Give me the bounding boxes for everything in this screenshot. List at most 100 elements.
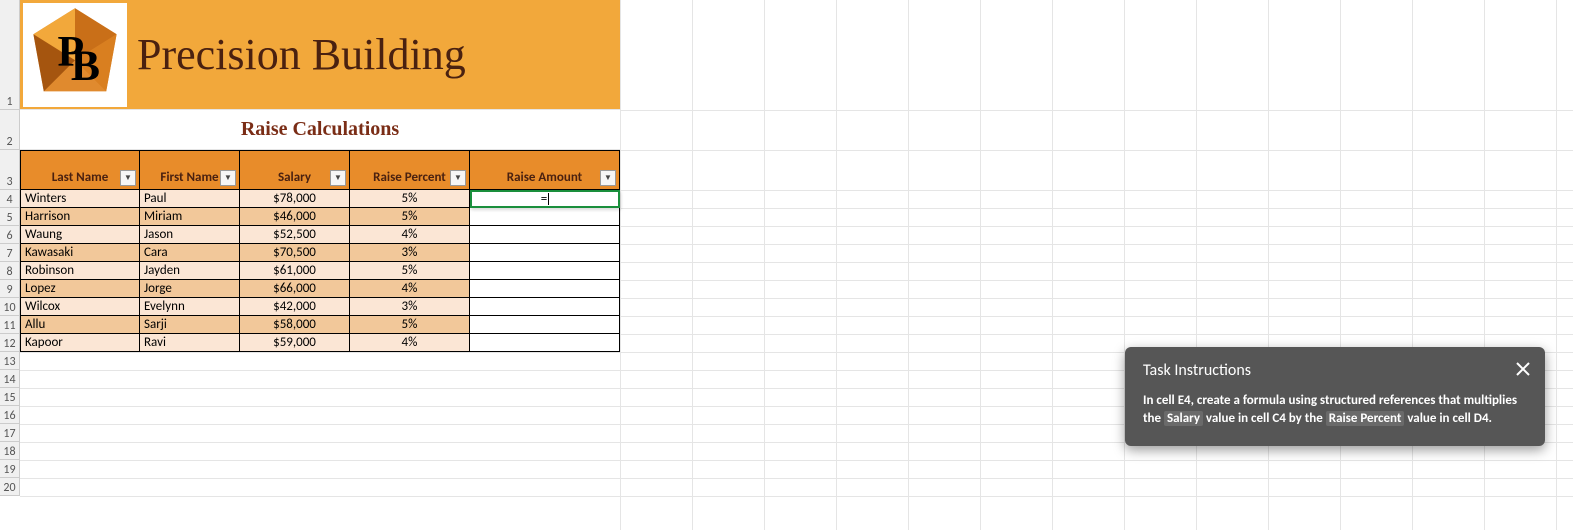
cell[interactable] [470, 226, 620, 244]
cell[interactable]: Allu [20, 316, 140, 334]
col-label: First Name [160, 170, 218, 185]
row-header[interactable]: 7 [0, 244, 20, 262]
table-row: KapoorRavi$59,0004% [20, 334, 620, 352]
cell[interactable]: 5% [350, 190, 470, 208]
cell[interactable] [470, 262, 620, 280]
cell[interactable]: 4% [350, 226, 470, 244]
logo-icon: P B [23, 3, 127, 107]
row-header[interactable]: 2 [0, 110, 20, 150]
row-header[interactable]: 16 [0, 406, 20, 424]
filter-button[interactable]: ▼ [220, 170, 236, 186]
data-table: Last Name ▼ First Name ▼ Salary ▼ Raise … [20, 150, 620, 352]
cell[interactable] [470, 280, 620, 298]
table-row: AlluSarji$58,0005% [20, 316, 620, 334]
col-label: Raise Amount [507, 170, 582, 185]
cell[interactable]: $42,000 [240, 298, 350, 316]
cell[interactable]: 4% [350, 334, 470, 352]
cell[interactable] [470, 316, 620, 334]
cell[interactable] [470, 208, 620, 226]
filter-button[interactable]: ▼ [330, 170, 346, 186]
cell[interactable]: 5% [350, 316, 470, 334]
col-header-salary[interactable]: Salary ▼ [240, 150, 350, 190]
row-header[interactable]: 4 [0, 190, 20, 208]
cell[interactable]: $52,500 [240, 226, 350, 244]
row-header[interactable]: 19 [0, 460, 20, 478]
row-header[interactable]: 13 [0, 352, 20, 370]
row-header[interactable]: 1 [0, 0, 20, 110]
cell[interactable]: Miriam [140, 208, 240, 226]
row-header[interactable]: 12 [0, 334, 20, 352]
row-header[interactable]: 8 [0, 262, 20, 280]
cell[interactable]: $66,000 [240, 280, 350, 298]
cell[interactable]: Robinson [20, 262, 140, 280]
close-icon[interactable] [1511, 357, 1535, 381]
row-header[interactable]: 11 [0, 316, 20, 334]
tip-body: In cell E4, create a formula using struc… [1143, 392, 1527, 428]
cell[interactable] [470, 334, 620, 352]
cell[interactable]: 3% [350, 244, 470, 262]
row-header[interactable]: 10 [0, 298, 20, 316]
col-header-firstname[interactable]: First Name ▼ [140, 150, 240, 190]
row-header[interactable]: 14 [0, 370, 20, 388]
filter-button[interactable]: ▼ [120, 170, 136, 186]
col-label: Last Name [52, 170, 109, 185]
filter-button[interactable]: ▼ [600, 170, 616, 186]
cell[interactable]: Jason [140, 226, 240, 244]
cell-editor-value: = [541, 192, 547, 207]
row-header[interactable]: 3 [0, 150, 20, 190]
cell[interactable]: Lopez [20, 280, 140, 298]
cell[interactable]: $61,000 [240, 262, 350, 280]
col-header-raise-amount[interactable]: Raise Amount ▼ [470, 150, 620, 190]
cell[interactable]: Kapoor [20, 334, 140, 352]
subtitle: Raise Calculations [20, 110, 620, 150]
cell[interactable]: Wilcox [20, 298, 140, 316]
col-header-lastname[interactable]: Last Name ▼ [20, 150, 140, 190]
table-header-row: Last Name ▼ First Name ▼ Salary ▼ Raise … [20, 150, 620, 190]
cell[interactable]: Evelynn [140, 298, 240, 316]
cell[interactable]: $59,000 [240, 334, 350, 352]
cell[interactable]: Waung [20, 226, 140, 244]
table-row: LopezJorge$66,0004% [20, 280, 620, 298]
row-header[interactable]: 20 [0, 478, 20, 496]
row-header[interactable]: 15 [0, 388, 20, 406]
cell[interactable]: Kawasaki [20, 244, 140, 262]
cell[interactable]: Jorge [140, 280, 240, 298]
cell[interactable]: 5% [350, 208, 470, 226]
cell[interactable]: Winters [20, 190, 140, 208]
cell[interactable]: $70,500 [240, 244, 350, 262]
table-row: KawasakiCara$70,5003% [20, 244, 620, 262]
row-header[interactable]: 5 [0, 208, 20, 226]
tip-title: Task Instructions [1143, 361, 1527, 380]
cell[interactable]: 3% [350, 298, 470, 316]
cell[interactable]: 4% [350, 280, 470, 298]
header-banner: P B Precision Building [20, 0, 620, 110]
col-header-raise-percent[interactable]: Raise Percent ▼ [350, 150, 470, 190]
page-title: Precision Building [137, 29, 466, 80]
col-label: Raise Percent [373, 170, 446, 185]
row-header[interactable]: 6 [0, 226, 20, 244]
cell[interactable]: 5% [350, 262, 470, 280]
svg-text:B: B [71, 41, 100, 89]
spreadsheet: 1 2 3 4 5 6 7 8 9 10 11 12 13 14 15 16 1… [0, 0, 1573, 530]
table-row: HarrisonMiriam$46,0005% [20, 208, 620, 226]
cell[interactable]: Harrison [20, 208, 140, 226]
col-label: Salary [278, 170, 311, 185]
cell[interactable]: $58,000 [240, 316, 350, 334]
cell[interactable]: Sarji [140, 316, 240, 334]
cell[interactable] [470, 244, 620, 262]
cell-editor[interactable]: = [470, 190, 620, 208]
cell[interactable]: Cara [140, 244, 240, 262]
table-row: RobinsonJayden$61,0005% [20, 262, 620, 280]
cell[interactable]: $46,000 [240, 208, 350, 226]
row-header[interactable]: 18 [0, 442, 20, 460]
table-row: WilcoxEvelynn$42,0003% [20, 298, 620, 316]
cell[interactable]: Ravi [140, 334, 240, 352]
row-header[interactable]: 9 [0, 280, 20, 298]
cell[interactable]: Jayden [140, 262, 240, 280]
task-instructions-popup: Task Instructions In cell E4, create a f… [1125, 347, 1545, 446]
cell[interactable] [470, 298, 620, 316]
row-header[interactable]: 17 [0, 424, 20, 442]
cell[interactable]: Paul [140, 190, 240, 208]
filter-button[interactable]: ▼ [450, 170, 466, 186]
cell[interactable]: $78,000 [240, 190, 350, 208]
